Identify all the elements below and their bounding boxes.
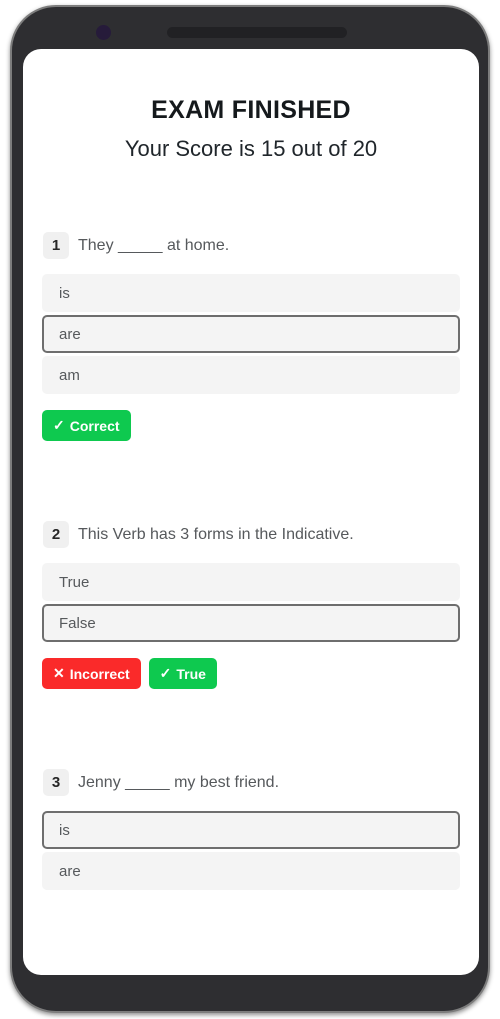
question-text: This Verb has 3 forms in the Indicative. — [78, 525, 354, 543]
speaker-slot-icon — [167, 27, 347, 38]
option-row[interactable]: are — [42, 852, 460, 890]
option-row[interactable]: True — [42, 563, 460, 601]
option-row-selected[interactable]: False — [42, 604, 460, 642]
status-badge-incorrect: ✕ Incorrect — [42, 658, 141, 689]
option-row[interactable]: am — [42, 356, 460, 394]
status-badge-label: Correct — [69, 417, 120, 434]
question-block: 3 Jenny _____ my best friend. is are — [42, 769, 460, 890]
question-list: 1 They _____ at home. is are am ✓ Correct 2 This… — [23, 232, 479, 890]
camera-dot-icon — [96, 25, 111, 40]
status-badge-label: True — [176, 665, 206, 682]
phone-device-frame: EXAM FINISHED Your Score is 15 out of 20… — [10, 5, 490, 1013]
answer-badges: ✕ Incorrect ✓ True — [42, 658, 460, 689]
phone-screen: EXAM FINISHED Your Score is 15 out of 20… — [23, 49, 479, 975]
option-row[interactable]: is — [42, 274, 460, 312]
page-title: EXAM FINISHED — [151, 96, 351, 124]
exam-result-page: EXAM FINISHED Your Score is 15 out of 20… — [23, 49, 479, 975]
option-list: is are — [42, 811, 460, 890]
question-header: 2 This Verb has 3 forms in the Indicative… — [42, 521, 460, 548]
option-list: is are am — [42, 274, 460, 394]
result-header: EXAM FINISHED Your Score is 15 out of 20 — [23, 49, 479, 162]
status-badge-label: Incorrect — [69, 665, 130, 682]
question-number-badge: 3 — [43, 769, 69, 796]
question-text: Jenny _____ my best friend. — [78, 773, 280, 791]
check-icon: ✓ — [53, 417, 65, 433]
option-row-selected[interactable]: is — [42, 811, 460, 849]
score-summary: Your Score is 15 out of 20 — [124, 136, 378, 161]
status-badge-correct: ✓ True — [148, 658, 217, 689]
question-block: 1 They _____ at home. is are am ✓ Correct — [42, 232, 460, 441]
question-block: 2 This Verb has 3 forms in the Indicative… — [42, 521, 460, 689]
option-row-selected[interactable]: are — [42, 315, 460, 353]
question-header: 3 Jenny _____ my best friend. — [42, 769, 460, 796]
question-header: 1 They _____ at home. — [42, 232, 460, 259]
phone-top-bezel — [12, 7, 488, 45]
question-number-badge: 1 — [43, 232, 69, 259]
status-badge-correct: ✓ Correct — [42, 410, 131, 441]
question-text: They _____ at home. — [78, 236, 230, 254]
question-number-badge: 2 — [43, 521, 69, 548]
option-list: True False — [42, 563, 460, 642]
check-icon: ✓ — [159, 665, 172, 681]
answer-badges: ✓ Correct — [42, 410, 460, 441]
cross-icon: ✕ — [53, 665, 65, 681]
